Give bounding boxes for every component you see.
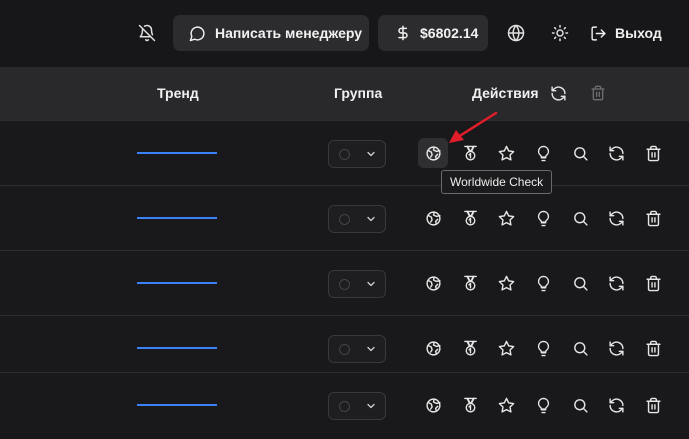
star-icon[interactable] <box>491 268 521 298</box>
table-header: Тренд Группа Действия <box>0 67 689 120</box>
chat-manager-label: Написать менеджеру <box>215 25 363 41</box>
group-radio <box>339 401 350 412</box>
trash-icon[interactable] <box>638 333 668 363</box>
chat-manager-button[interactable]: Написать менеджеру <box>173 15 369 51</box>
worldwide-check-icon[interactable] <box>418 268 448 298</box>
refresh-icon[interactable] <box>601 203 631 233</box>
column-header-group: Группа <box>334 85 383 101</box>
dollar-icon <box>398 25 408 41</box>
chevron-down-icon <box>367 403 375 409</box>
group-radio <box>339 149 350 160</box>
refresh-icon[interactable] <box>601 268 631 298</box>
sun-icon[interactable] <box>543 15 577 51</box>
search-icon[interactable] <box>565 203 595 233</box>
balance-value: $6802.14 <box>420 25 479 41</box>
medal-icon[interactable] <box>455 333 485 363</box>
chevron-down-icon <box>367 346 375 352</box>
search-icon[interactable] <box>565 268 595 298</box>
trend-sparkline <box>137 152 217 154</box>
trend-sparkline <box>137 217 217 219</box>
column-header-trend: Тренд <box>157 85 199 101</box>
chevron-down-icon <box>367 151 375 157</box>
refresh-all-icon[interactable] <box>547 82 569 104</box>
trash-icon[interactable] <box>638 268 668 298</box>
medal-icon[interactable] <box>455 390 485 420</box>
log-out-icon <box>591 25 606 41</box>
chevron-down-icon <box>367 281 375 287</box>
group-select[interactable] <box>328 392 386 420</box>
group-select[interactable] <box>328 140 386 168</box>
tooltip-text: Worldwide Check <box>450 175 544 189</box>
delete-all-icon[interactable] <box>587 82 609 104</box>
worldwide-check-icon[interactable] <box>418 333 448 363</box>
group-radio <box>339 279 350 290</box>
tooltip: Worldwide Check <box>441 170 553 194</box>
bell-off-icon[interactable] <box>130 15 164 51</box>
star-icon[interactable] <box>491 390 521 420</box>
group-select[interactable] <box>328 270 386 298</box>
chevron-down-icon <box>367 216 375 222</box>
trash-icon[interactable] <box>638 138 668 168</box>
column-header-actions: Действия <box>472 85 539 101</box>
refresh-icon[interactable] <box>601 333 631 363</box>
table-row <box>0 315 689 380</box>
refresh-icon[interactable] <box>601 138 631 168</box>
globe-icon[interactable] <box>499 15 533 51</box>
balance-button[interactable]: $6802.14 <box>378 15 488 51</box>
worldwide-check-icon[interactable] <box>418 390 448 420</box>
table-row <box>0 185 689 250</box>
trend-sparkline <box>137 347 217 349</box>
star-icon[interactable] <box>491 333 521 363</box>
table-row <box>0 250 689 315</box>
worldwide-check-icon[interactable] <box>418 203 448 233</box>
search-icon[interactable] <box>565 138 595 168</box>
group-select[interactable] <box>328 205 386 233</box>
group-select[interactable] <box>328 335 386 363</box>
annotation-arrow <box>449 111 498 143</box>
group-radio <box>339 214 350 225</box>
lightbulb-icon[interactable] <box>528 390 558 420</box>
search-icon[interactable] <box>565 333 595 363</box>
trash-icon[interactable] <box>638 203 668 233</box>
top-bar: Написать менеджеру $6802.14 Выход <box>0 0 689 67</box>
lightbulb-icon[interactable] <box>528 268 558 298</box>
logout-button[interactable]: Выход <box>590 15 662 51</box>
search-icon[interactable] <box>565 390 595 420</box>
medal-icon[interactable] <box>455 203 485 233</box>
message-circle-icon <box>189 25 205 41</box>
logout-label: Выход <box>615 25 662 41</box>
lightbulb-icon[interactable] <box>528 203 558 233</box>
lightbulb-icon[interactable] <box>528 333 558 363</box>
trend-sparkline <box>137 404 217 406</box>
table-row <box>0 120 689 185</box>
trend-sparkline <box>137 282 217 284</box>
refresh-icon[interactable] <box>601 390 631 420</box>
lightbulb-icon[interactable] <box>528 138 558 168</box>
star-icon[interactable] <box>491 203 521 233</box>
table-row <box>0 372 689 439</box>
group-radio <box>339 344 350 355</box>
medal-icon[interactable] <box>455 268 485 298</box>
trash-icon[interactable] <box>638 390 668 420</box>
